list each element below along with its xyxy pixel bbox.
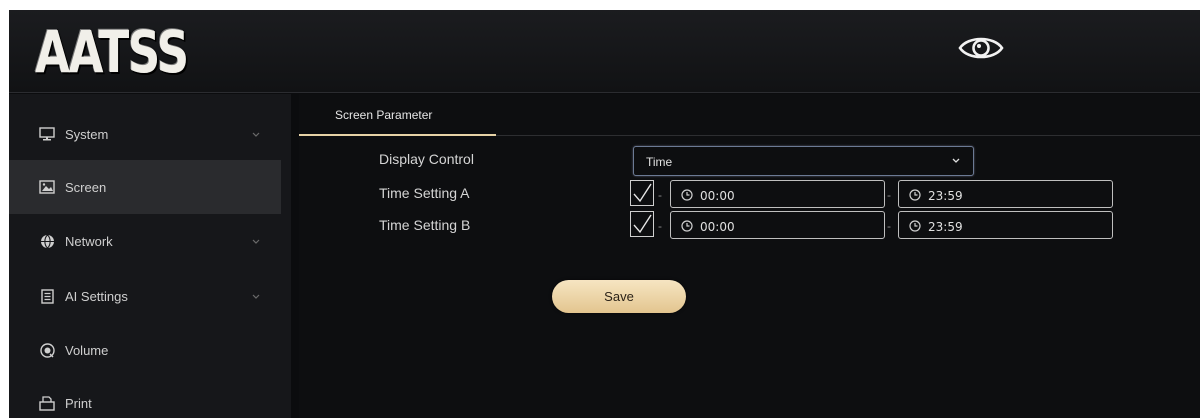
time-value: 00:00 bbox=[700, 220, 735, 234]
sidebar-item-label: Volume bbox=[65, 342, 109, 358]
sidebar-item-label: Print bbox=[65, 395, 92, 411]
sidebar-item-label: Network bbox=[65, 233, 113, 249]
app-window: AATSS System Screen Network AI Settings … bbox=[9, 10, 1200, 418]
sidebar-item-system[interactable]: System bbox=[9, 107, 281, 161]
monitor-icon bbox=[39, 126, 55, 142]
chevron-down-icon bbox=[252, 239, 260, 244]
time-b-start-input[interactable]: 00:00 bbox=[670, 211, 885, 239]
sidebar-item-network[interactable]: Network bbox=[9, 214, 281, 268]
time-a-start-input[interactable]: 00:00 bbox=[670, 180, 885, 208]
chevron-down-icon bbox=[252, 132, 260, 137]
clock-icon bbox=[909, 189, 921, 201]
chevron-down-icon bbox=[952, 158, 960, 163]
preview-button[interactable] bbox=[956, 28, 1006, 68]
clock-icon bbox=[681, 220, 693, 232]
tab-screen-parameter[interactable]: Screen Parameter bbox=[299, 94, 496, 136]
time-b-end-input[interactable]: 23:59 bbox=[898, 211, 1113, 239]
time-setting-a-label: Time Setting A bbox=[379, 185, 470, 201]
display-control-select[interactable]: Time bbox=[633, 146, 974, 176]
sidebar-item-label: System bbox=[65, 126, 109, 142]
sidebar: System Screen Network AI Settings Volume… bbox=[9, 94, 291, 418]
sidebar-item-volume[interactable]: Volume bbox=[9, 323, 281, 377]
brand-logo: AATSS bbox=[35, 18, 225, 86]
tab-active-indicator bbox=[299, 134, 496, 136]
time-setting-b-checkbox[interactable] bbox=[630, 211, 654, 237]
check-icon bbox=[633, 214, 652, 234]
separator-dash: - bbox=[658, 219, 662, 233]
main-panel: Screen Parameter Display Control Time Ti… bbox=[299, 94, 1200, 418]
save-button[interactable]: Save bbox=[552, 280, 686, 313]
sidebar-item-label: Screen bbox=[65, 179, 107, 195]
time-value: 23:59 bbox=[928, 189, 963, 203]
time-setting-b-label: Time Setting B bbox=[379, 217, 471, 233]
time-a-end-input[interactable]: 23:59 bbox=[898, 180, 1113, 208]
save-button-label: Save bbox=[604, 289, 634, 304]
time-setting-a-checkbox[interactable] bbox=[630, 180, 654, 206]
clock-icon bbox=[681, 189, 693, 201]
printer-icon bbox=[39, 395, 55, 411]
volume-icon bbox=[39, 342, 55, 358]
display-control-label: Display Control bbox=[379, 151, 474, 167]
separator-dash: - bbox=[887, 188, 891, 202]
separator-dash: - bbox=[658, 188, 662, 202]
select-value: Time bbox=[646, 155, 673, 169]
image-icon bbox=[39, 179, 55, 195]
document-icon bbox=[39, 288, 55, 304]
top-header: AATSS bbox=[9, 10, 1200, 93]
eye-icon bbox=[958, 37, 1004, 59]
clock-icon bbox=[909, 220, 921, 232]
time-value: 00:00 bbox=[700, 189, 735, 203]
sidebar-item-label: AI Settings bbox=[65, 288, 128, 304]
tab-label: Screen Parameter bbox=[335, 108, 433, 122]
time-value: 23:59 bbox=[928, 220, 963, 234]
check-icon bbox=[633, 183, 652, 203]
globe-icon bbox=[39, 233, 55, 249]
sidebar-item-ai-settings[interactable]: AI Settings bbox=[9, 269, 281, 323]
sidebar-item-print[interactable]: Print bbox=[9, 376, 281, 418]
sidebar-item-screen[interactable]: Screen bbox=[9, 160, 281, 214]
chevron-down-icon bbox=[252, 294, 260, 299]
tab-divider bbox=[496, 135, 1200, 136]
logo-text: AATSS bbox=[35, 18, 189, 86]
sidebar-divider bbox=[291, 94, 299, 418]
separator-dash: - bbox=[887, 219, 891, 233]
